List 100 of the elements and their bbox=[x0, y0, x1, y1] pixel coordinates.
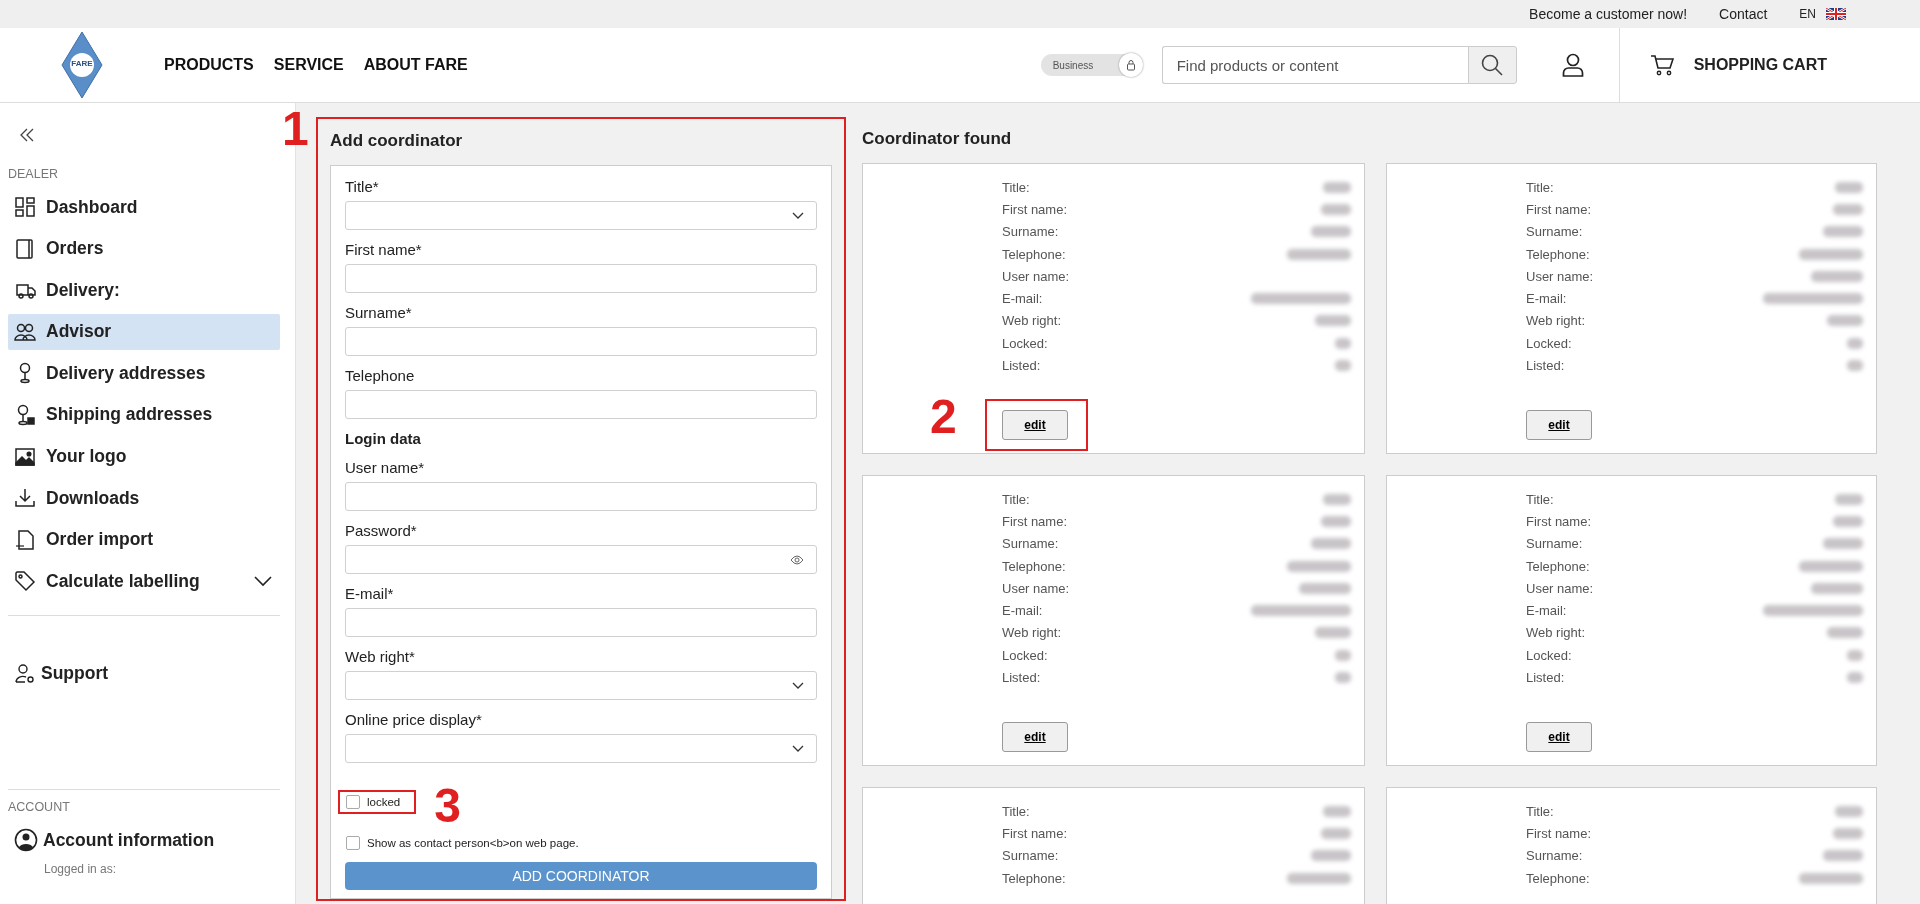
checkbox[interactable] bbox=[346, 836, 360, 850]
input-field[interactable] bbox=[345, 264, 817, 293]
field-label: Web right: bbox=[1526, 625, 1585, 641]
collapse-icon[interactable] bbox=[19, 127, 35, 143]
field-label: Title: bbox=[1002, 803, 1030, 819]
input-field[interactable] bbox=[345, 390, 817, 419]
sidebar-item[interactable]: Downloads bbox=[8, 480, 280, 517]
checkbox[interactable] bbox=[346, 795, 360, 809]
cart-icon bbox=[1649, 54, 1674, 76]
input-field[interactable] bbox=[345, 327, 817, 356]
logged-in-label: Logged in as: bbox=[43, 862, 118, 878]
field-label: First name: bbox=[1526, 825, 1591, 841]
edit-button[interactable]: edit bbox=[1526, 409, 1592, 440]
field-label: First name: bbox=[1002, 201, 1067, 217]
top-link[interactable]: Become a customer now! bbox=[1529, 6, 1688, 22]
sidebar-item[interactable]: Advisor bbox=[8, 313, 280, 350]
edit-button[interactable]: edit bbox=[1002, 721, 1068, 752]
input-field[interactable] bbox=[345, 545, 817, 574]
field-label: Telephone: bbox=[1526, 558, 1590, 574]
field-label: First name: bbox=[1526, 513, 1591, 529]
field-label: First name* bbox=[345, 241, 423, 258]
user-icon bbox=[14, 828, 38, 852]
field-label: User name: bbox=[1526, 268, 1594, 284]
field-label: Online price display* bbox=[345, 711, 483, 728]
section-heading: DEALER bbox=[8, 167, 60, 181]
field-label: Title: bbox=[1002, 179, 1030, 195]
field-label: E-mail: bbox=[1526, 603, 1567, 619]
sidebar-item[interactable]: Delivery: bbox=[8, 272, 280, 309]
field-label: Listed: bbox=[1526, 358, 1565, 373]
panel-title: Coordinator found bbox=[862, 128, 1013, 150]
input-field[interactable] bbox=[345, 608, 817, 637]
language-label[interactable]: EN bbox=[1799, 7, 1816, 21]
field-label: Title* bbox=[345, 178, 380, 195]
download-icon bbox=[14, 487, 36, 510]
field-label: Web right: bbox=[1002, 625, 1061, 641]
select-field[interactable] bbox=[345, 671, 817, 700]
field-label: E-mail: bbox=[1526, 291, 1567, 307]
field-label: Surname: bbox=[1002, 536, 1059, 552]
field-label: Telephone: bbox=[1002, 870, 1066, 886]
sidebar-item[interactable]: Account information bbox=[8, 822, 280, 858]
logo[interactable]: FARE bbox=[61, 31, 103, 99]
nav-link[interactable]: ABOUT FARE bbox=[363, 56, 468, 74]
field-label: User name: bbox=[1002, 580, 1070, 596]
edit-button[interactable]: edit bbox=[1526, 721, 1592, 752]
sidebar-item[interactable]: Dashboard bbox=[8, 189, 280, 225]
field-label: Title: bbox=[1002, 491, 1030, 507]
field-label: E-mail: bbox=[1002, 603, 1043, 619]
field-label: Telephone: bbox=[1526, 246, 1590, 262]
field-label: Listed: bbox=[1002, 358, 1041, 373]
field-label: User name* bbox=[345, 459, 426, 476]
nav-link[interactable]: SERVICE bbox=[273, 56, 344, 74]
search-field[interactable]: Find products or content bbox=[1161, 46, 1468, 84]
top-link[interactable]: Contact bbox=[1719, 6, 1768, 22]
field-label: First name: bbox=[1002, 513, 1067, 529]
field-label: Locked: bbox=[1002, 335, 1048, 351]
sidebar-item[interactable]: Order import bbox=[8, 521, 280, 558]
field-label: Title: bbox=[1526, 179, 1554, 195]
chevron-icon bbox=[792, 211, 804, 220]
sidebar-item[interactable]: Orders bbox=[8, 230, 280, 267]
panel-title: Add coordinator bbox=[330, 130, 464, 152]
eye-icon[interactable] bbox=[790, 554, 804, 565]
chevron-icon bbox=[792, 681, 804, 690]
sidebar-item[interactable]: Your logo bbox=[8, 438, 280, 475]
user-icon[interactable] bbox=[1561, 53, 1584, 77]
select-field[interactable] bbox=[345, 734, 817, 763]
field-label: Web right: bbox=[1002, 313, 1061, 329]
edit-button[interactable]: edit bbox=[1002, 409, 1068, 440]
field-label: User name: bbox=[1002, 268, 1070, 284]
checkbox-label[interactable]: locked bbox=[367, 796, 401, 808]
business-toggle[interactable]: Business bbox=[1040, 54, 1143, 76]
sidebar-item[interactable]: Delivery addresses bbox=[8, 355, 280, 392]
field-label: E-mail* bbox=[345, 585, 395, 602]
flag-icon[interactable] bbox=[1826, 8, 1846, 20]
field-label: Title: bbox=[1526, 803, 1554, 819]
field-label: First name: bbox=[1526, 201, 1591, 217]
field-label: Surname: bbox=[1526, 224, 1583, 240]
field-label: Telephone: bbox=[1002, 558, 1066, 574]
field-label: Surname: bbox=[1526, 536, 1583, 552]
field-label: Locked: bbox=[1526, 647, 1572, 663]
sidebar-item[interactable]: Calculate labelling bbox=[8, 563, 280, 600]
lock-icon bbox=[1125, 59, 1136, 71]
field-label: Locked: bbox=[1526, 335, 1572, 351]
callout-number: 3 bbox=[434, 782, 461, 830]
search-button[interactable] bbox=[1467, 46, 1517, 84]
field-label: Telephone: bbox=[1002, 246, 1066, 262]
field-label: Password* bbox=[345, 522, 418, 539]
input-field[interactable] bbox=[345, 482, 817, 511]
nav-link[interactable]: PRODUCTS bbox=[164, 56, 254, 74]
tag-icon bbox=[14, 570, 36, 593]
chevron-icon[interactable] bbox=[254, 575, 272, 588]
shopping-cart-link[interactable]: SHOPPING CART bbox=[1618, 28, 1920, 102]
sidebar-item[interactable]: Support bbox=[8, 655, 280, 692]
document-icon bbox=[14, 237, 36, 260]
field-label: Telephone: bbox=[1526, 870, 1590, 886]
chevron-icon bbox=[792, 744, 804, 753]
callout-number: 2 bbox=[930, 392, 957, 441]
field-label: User name: bbox=[1526, 580, 1594, 596]
sidebar-item[interactable]: Shipping addresses bbox=[8, 396, 280, 433]
select-field[interactable] bbox=[345, 201, 817, 230]
checkbox-label[interactable]: Show as contact person<b>on web page. bbox=[367, 837, 579, 849]
